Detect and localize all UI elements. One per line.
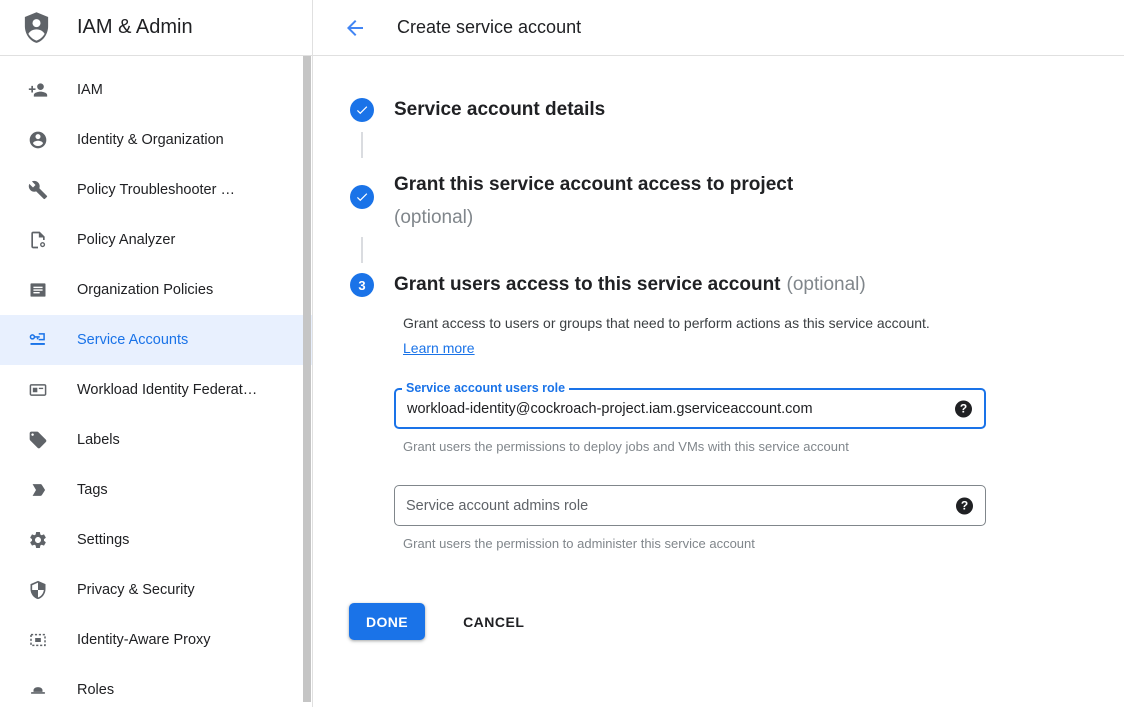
sidebar-item-policy-analyzer[interactable]: Policy Analyzer xyxy=(0,215,312,265)
arrow-back-icon[interactable] xyxy=(343,16,367,40)
admins-role-field: ? xyxy=(394,485,986,526)
sidebar-item-service-accounts[interactable]: Service Accounts xyxy=(0,315,312,365)
iam-shield-icon xyxy=(21,11,52,45)
stepper-connector xyxy=(361,132,363,158)
sidebar-item-settings[interactable]: Settings xyxy=(0,515,312,565)
step-2-check-icon xyxy=(350,185,374,209)
users-role-field: Service account users role ? xyxy=(394,388,986,429)
create-service-account-panel: Service account details Grant this servi… xyxy=(313,56,1124,707)
step-3-description: Grant access to users or groups that nee… xyxy=(403,311,958,361)
tag-arrow-icon xyxy=(28,480,48,500)
step-3-title: Grant users access to this service accou… xyxy=(394,272,866,298)
step-3-number-badge: 3 xyxy=(350,273,374,297)
admins-role-input[interactable] xyxy=(395,486,933,525)
product-header: IAM & Admin xyxy=(0,0,313,55)
sidebar-item-label: Identity & Organization xyxy=(77,132,224,148)
sidebar-item-identity-aware-proxy[interactable]: Identity-Aware Proxy xyxy=(0,615,312,665)
step-2-title: Grant this service account access to pro… xyxy=(394,168,793,234)
sidebar-item-label: Settings xyxy=(77,532,129,548)
sidebar-item-roles[interactable]: Roles xyxy=(0,665,312,707)
sidebar-item-label: Labels xyxy=(77,432,120,448)
sidebar-item-labels[interactable]: Labels xyxy=(0,415,312,465)
step-1-check-icon xyxy=(350,98,374,122)
document-gear-icon xyxy=(28,230,48,250)
service-account-key-icon xyxy=(28,330,48,350)
hat-icon xyxy=(28,680,48,700)
sidebar-item-identity-organization[interactable]: Identity & Organization xyxy=(0,115,312,165)
sidebar-item-iam[interactable]: IAM xyxy=(0,65,312,115)
done-button[interactable]: DONE xyxy=(349,603,425,640)
person-circle-icon xyxy=(28,130,48,150)
id-card-icon xyxy=(28,380,48,400)
sidebar-item-tags[interactable]: Tags xyxy=(0,465,312,515)
shield-half-icon xyxy=(28,580,48,600)
sidebar-item-label: Tags xyxy=(77,482,108,498)
sidebar-item-label: Roles xyxy=(77,682,114,698)
sidebar-item-workload-identity-federation[interactable]: Workload Identity Federat… xyxy=(0,365,312,415)
proxy-icon xyxy=(28,630,48,650)
step-3-optional-text: (optional) xyxy=(787,274,866,295)
step-2-optional-text: (optional) xyxy=(394,201,793,234)
sidebar-item-label: Organization Policies xyxy=(77,282,213,298)
top-bar: IAM & Admin Create service account xyxy=(0,0,1124,56)
learn-more-link[interactable]: Learn more xyxy=(403,340,475,356)
sidebar-scrollbar[interactable] xyxy=(303,56,311,702)
sidebar-item-label: Workload Identity Federat… xyxy=(77,382,257,398)
product-title: IAM & Admin xyxy=(77,16,193,39)
description-text: Grant access to users or groups that nee… xyxy=(403,315,930,331)
sidebar-item-policy-troubleshooter[interactable]: Policy Troubleshooter … xyxy=(0,165,312,215)
sidebar-item-label: Privacy & Security xyxy=(77,582,195,598)
action-buttons: DONE CANCEL xyxy=(349,603,534,640)
stepper-connector xyxy=(361,237,363,263)
sidebar-item-privacy-security[interactable]: Privacy & Security xyxy=(0,565,312,615)
step-3-title-text: Grant users access to this service accou… xyxy=(394,274,781,295)
users-role-field-label: Service account users role xyxy=(402,381,569,395)
step-2-title-text: Grant this service account access to pro… xyxy=(394,168,793,201)
page-title: Create service account xyxy=(397,17,581,38)
admins-role-helper-text: Grant users the permission to administer… xyxy=(403,536,755,551)
page-header: Create service account xyxy=(313,0,1124,55)
users-role-input[interactable] xyxy=(396,390,932,427)
help-icon[interactable]: ? xyxy=(955,400,972,417)
sidebar: IAM Identity & Organization Policy Troub… xyxy=(0,56,313,707)
sidebar-item-label: Service Accounts xyxy=(77,332,188,348)
label-tag-icon xyxy=(28,430,48,450)
list-card-icon xyxy=(28,280,48,300)
sidebar-item-label: Identity-Aware Proxy xyxy=(77,632,211,648)
step-1-title: Service account details xyxy=(394,97,605,123)
gear-icon xyxy=(28,530,48,550)
cancel-button[interactable]: CANCEL xyxy=(453,603,534,640)
wrench-icon xyxy=(28,180,48,200)
step-3-number: 3 xyxy=(358,278,365,293)
users-role-helper-text: Grant users the permissions to deploy jo… xyxy=(403,439,849,454)
content-area: IAM Identity & Organization Policy Troub… xyxy=(0,56,1124,707)
sidebar-item-label: Policy Troubleshooter … xyxy=(77,182,235,198)
help-icon[interactable]: ? xyxy=(956,497,973,514)
sidebar-item-label: Policy Analyzer xyxy=(77,232,175,248)
sidebar-item-organization-policies[interactable]: Organization Policies xyxy=(0,265,312,315)
person-add-icon xyxy=(28,80,48,100)
sidebar-item-label: IAM xyxy=(77,82,103,98)
